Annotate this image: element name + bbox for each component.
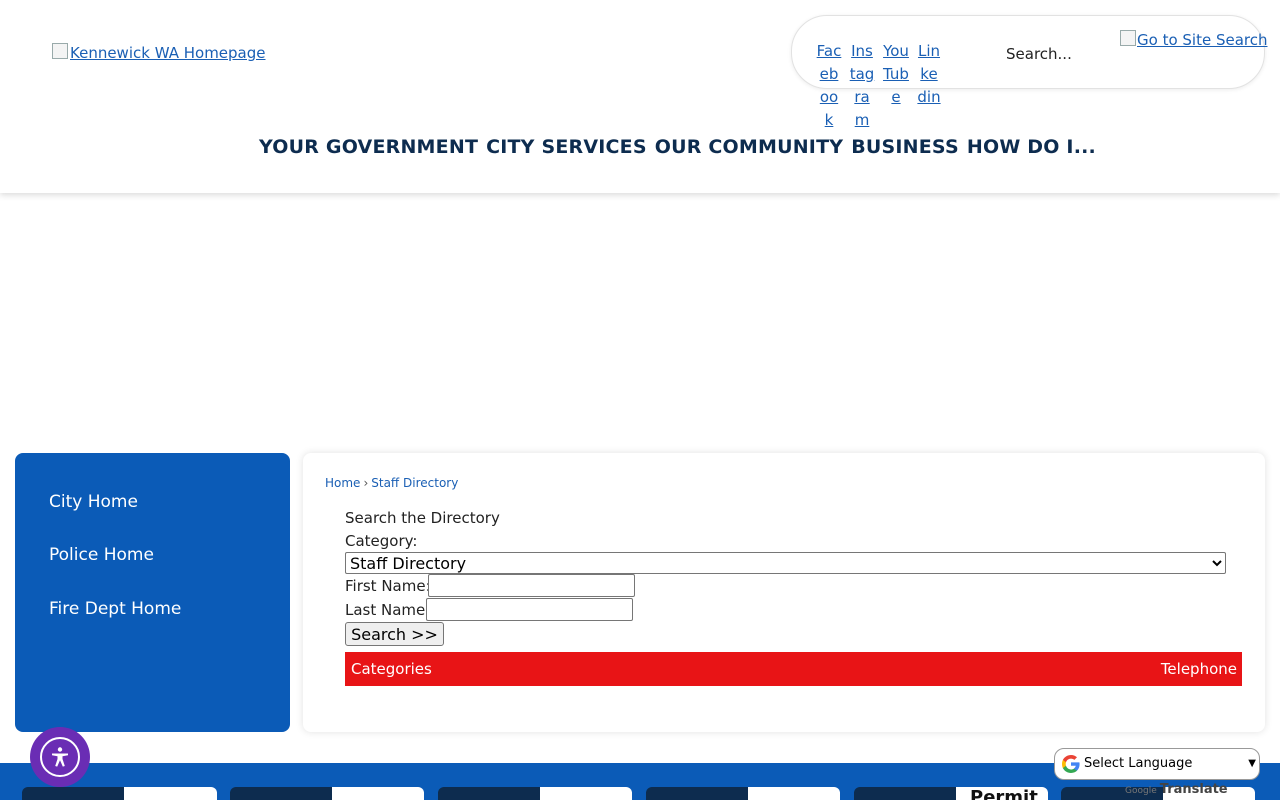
footer-tile[interactable] — [230, 787, 424, 800]
instagram-link[interactable]: Instagram — [849, 40, 875, 132]
last-name-label: Last Name: — [345, 601, 431, 619]
nav-your-government[interactable]: YOUR GOVERNMENT — [255, 136, 482, 158]
breadcrumb-home[interactable]: Home — [325, 476, 360, 490]
results-table-header: Categories Telephone — [345, 652, 1242, 686]
accessibility-icon — [40, 737, 80, 777]
footer-tile[interactable] — [646, 787, 840, 800]
google-g-icon — [1062, 755, 1080, 773]
column-header-telephone: Telephone — [1160, 660, 1237, 678]
google-wordmark: Google — [1125, 786, 1157, 796]
footer-tile[interactable] — [438, 787, 632, 800]
site-search-button[interactable]: Go to Site Search — [1120, 30, 1268, 49]
sidebar-item-police-home[interactable]: Police Home — [49, 545, 154, 565]
translate-link-label: Translate — [1159, 782, 1228, 797]
accessibility-button[interactable] — [30, 727, 90, 787]
sidebar-item-city-home[interactable]: City Home — [49, 492, 138, 512]
site-logo-link[interactable]: Kennewick WA Homepage — [52, 43, 266, 62]
directory-search-button[interactable]: Search >> — [345, 622, 444, 646]
last-name-field[interactable] — [426, 598, 633, 621]
sidebar-item-fire-dept-home[interactable]: Fire Dept Home — [49, 599, 181, 619]
category-label: Category: — [345, 532, 418, 550]
column-header-categories: Categories — [351, 660, 432, 678]
footer-tile-label: Permit — [970, 788, 1038, 800]
powered-by-google-translate[interactable]: Google Translate — [1125, 782, 1228, 797]
sidebar: City Home Police Home Fire Dept Home — [15, 453, 290, 732]
footer-tile[interactable] — [22, 787, 217, 800]
site-search-input[interactable] — [1004, 40, 1118, 68]
chevron-down-icon: ▼ — [1248, 758, 1256, 769]
instagram-alt-text: Instagram — [849, 42, 875, 129]
broken-image-icon — [1120, 30, 1136, 46]
linkedin-alt-text: Linkedin — [917, 42, 941, 106]
category-select[interactable]: Staff Directory — [345, 552, 1226, 574]
first-name-label: First Name: — [345, 577, 431, 595]
content-card: Home › Staff Directory Search the Director… — [303, 453, 1265, 732]
logo-alt-text: Kennewick WA Homepage — [70, 44, 266, 62]
site-header: Kennewick WA Homepage Facebook Instagram… — [0, 0, 1280, 193]
breadcrumb: Home › Staff Directory — [325, 476, 458, 490]
site-search-alt-text: Go to Site Search — [1137, 31, 1268, 49]
nav-business[interactable]: BUSINESS — [847, 136, 963, 158]
breadcrumb-separator: › — [363, 476, 369, 490]
linkedin-link[interactable]: Linkedin — [916, 40, 942, 109]
language-select-label: Select Language — [1084, 756, 1193, 771]
breadcrumb-current[interactable]: Staff Directory — [371, 476, 458, 490]
youtube-link[interactable]: YouTube — [883, 40, 909, 109]
directory-heading: Search the Directory — [345, 509, 500, 527]
nav-how-do-i[interactable]: HOW DO I... — [963, 136, 1100, 158]
youtube-alt-text: YouTube — [883, 42, 909, 106]
nav-our-community[interactable]: OUR COMMUNITY — [651, 136, 847, 158]
main-nav: YOUR GOVERNMENT CITY SERVICES OUR COMMUN… — [255, 136, 1100, 158]
facebook-alt-text: Facebook — [816, 42, 842, 129]
facebook-link[interactable]: Facebook — [816, 40, 842, 132]
nav-city-services[interactable]: CITY SERVICES — [482, 136, 651, 158]
broken-image-icon — [52, 43, 68, 59]
language-select[interactable]: Select Language ▼ — [1054, 748, 1260, 780]
first-name-field[interactable] — [428, 574, 635, 597]
